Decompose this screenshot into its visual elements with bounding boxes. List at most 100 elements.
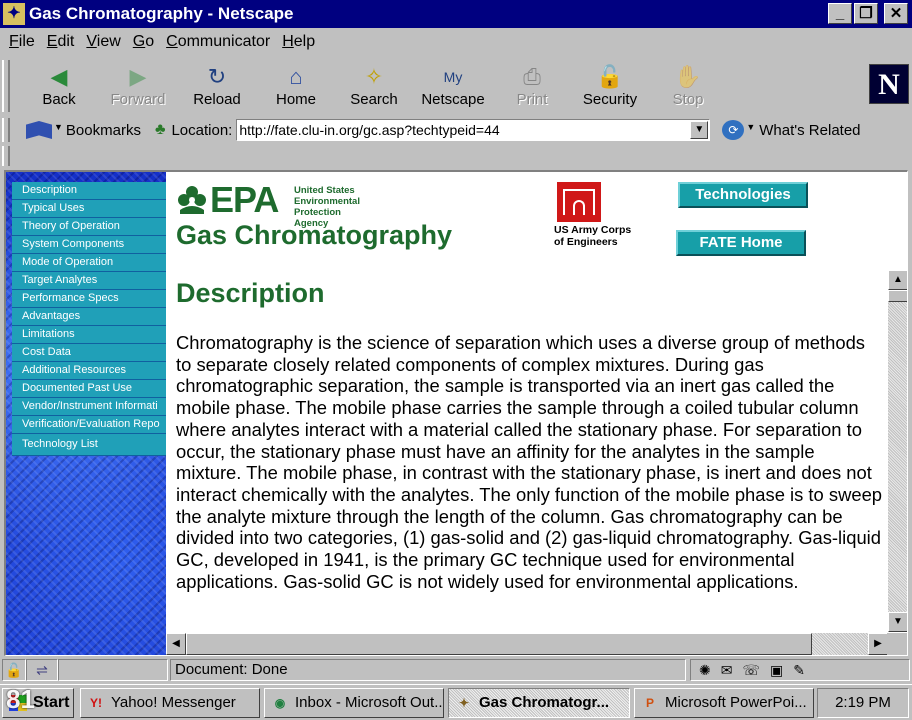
mail-icon[interactable]: ✉ <box>721 662 733 679</box>
my-netscape-icon: My <box>443 69 463 85</box>
back-button[interactable]: ◀ Back <box>20 62 98 114</box>
nav-target-analytes[interactable]: Target Analytes <box>12 272 166 290</box>
nav-additional-resources[interactable]: Additional Resources <box>12 362 166 380</box>
connection-icon: ⇌ <box>26 659 58 681</box>
whats-related-icon[interactable]: ⟳ <box>722 120 745 140</box>
navigator-icon[interactable]: ✺ <box>699 662 711 679</box>
menu-file[interactable]: File <box>9 33 35 51</box>
powerpoint-icon: P <box>645 696 654 710</box>
taskbar-netscape[interactable]: ✦ Gas Chromatogr... <box>448 688 630 718</box>
menu-communicator[interactable]: Communicator <box>166 33 270 51</box>
nav-system-components[interactable]: System Components <box>12 236 166 254</box>
usace-line: of Engineers <box>554 236 618 248</box>
usace-line: US Army Corps <box>554 224 632 236</box>
search-flashlight-icon: ✧ <box>364 64 384 89</box>
netscape-label: Netscape <box>421 91 485 108</box>
system-tray-clock[interactable]: 2:19 PM <box>817 688 909 718</box>
scroll-right-button[interactable]: ▶ <box>868 633 888 655</box>
netscape-app-icon: ✦ <box>3 3 25 25</box>
stop-button[interactable]: ✋ Stop <box>649 62 727 114</box>
component-bar: ✺ ✉ ☏ ▣ ✎ <box>690 659 910 681</box>
taskbar-label: Inbox - Microsoft Out... <box>295 694 444 711</box>
composer-icon[interactable]: ▣ <box>770 662 783 679</box>
back-arrow-icon: ◀ <box>50 64 68 89</box>
search-label: Search <box>350 91 398 108</box>
dropdown-arrow-icon: ▼ <box>746 122 756 132</box>
nav-mode-of-operation[interactable]: Mode of Operation <box>12 254 166 272</box>
print-button[interactable]: ⎙ Print <box>493 62 571 114</box>
url-history-dropdown[interactable]: ▼ <box>690 121 709 139</box>
whats-related-button[interactable]: What's Related <box>759 122 860 139</box>
url-field-container: ▼ <box>236 119 711 141</box>
netscape-logo[interactable]: N <box>869 64 909 104</box>
minimize-button[interactable]: _ <box>828 3 852 24</box>
security-lock-icon[interactable]: 🔓 <box>2 659 26 681</box>
nav-typical-uses[interactable]: Typical Uses <box>12 200 166 218</box>
home-button[interactable]: ⌂ Home <box>257 62 335 114</box>
fate-home-button[interactable]: FATE Home <box>676 230 806 256</box>
nav-advantages[interactable]: Advantages <box>12 308 166 326</box>
vertical-scroll-thumb[interactable] <box>888 290 907 302</box>
netscape-taskbar-icon: ✦ <box>458 696 470 710</box>
page-proxy-icon[interactable]: ♣ <box>155 121 166 139</box>
forward-button[interactable]: ▶ Forward <box>99 62 177 114</box>
vertical-scrollbar[interactable]: ▲ ▼ <box>888 270 907 632</box>
printer-icon: ⎙ <box>523 64 541 89</box>
scroll-left-button[interactable]: ◀ <box>166 633 186 655</box>
nav-vendor-instrument-info[interactable]: Vendor/Instrument Informati <box>12 398 166 416</box>
toolbar-grip[interactable] <box>2 146 10 166</box>
aim-icon[interactable]: ✎ <box>793 662 805 679</box>
nav-cost-data[interactable]: Cost Data <box>12 344 166 362</box>
horizontal-scroll-thumb[interactable] <box>186 633 812 655</box>
scroll-up-button[interactable]: ▲ <box>888 270 907 290</box>
nav-theory-of-operation[interactable]: Theory of Operation <box>12 218 166 236</box>
nav-description[interactable]: Description <box>12 182 166 200</box>
forward-arrow-icon: ▶ <box>129 64 147 89</box>
stop-icon: ✋ <box>674 64 702 89</box>
taskbar-powerpoint[interactable]: P Microsoft PowerPoi... <box>634 688 814 718</box>
home-label: Home <box>275 91 316 108</box>
description-body: Chromatography is the science of separat… <box>176 332 883 592</box>
back-label: Back <box>42 91 76 108</box>
taskbar-outlook-inbox[interactable]: ◉ Inbox - Microsoft Out... <box>264 688 444 718</box>
agency-line: United States <box>294 185 355 196</box>
discussion-icon[interactable]: ☏ <box>742 662 760 679</box>
horizontal-scrollbar[interactable]: ◀ ▶ <box>166 633 888 655</box>
nav-technology-list[interactable]: Technology List <box>12 434 166 456</box>
menu-edit[interactable]: Edit <box>47 33 75 51</box>
start-label: Start <box>33 694 70 711</box>
nav-documented-past-use[interactable]: Documented Past Use <box>12 380 166 398</box>
menu-help[interactable]: Help <box>282 33 315 51</box>
scroll-down-button[interactable]: ▼ <box>888 612 907 632</box>
epa-flower-icon <box>178 186 206 214</box>
menu-view[interactable]: View <box>86 33 120 51</box>
windows-taskbar: Start Y! Yahoo! Messenger ◉ Inbox - Micr… <box>0 684 912 720</box>
toolbar-grip[interactable] <box>2 118 10 142</box>
search-button[interactable]: ✧ Search <box>335 62 413 114</box>
toolbar-grip[interactable] <box>2 60 10 112</box>
location-toolbar: ▼ Bookmarks ♣ Location: ▼ ⟳ ▼ What's Rel… <box>0 116 912 144</box>
reload-button[interactable]: ↻ Reload <box>178 62 256 114</box>
yahoo-icon: Y! <box>90 696 102 710</box>
maximize-button[interactable]: ❐ <box>854 3 878 24</box>
security-button[interactable]: 🔓 Security <box>571 62 649 114</box>
nav-limitations[interactable]: Limitations <box>12 326 166 344</box>
nav-performance-specs[interactable]: Performance Specs <box>12 290 166 308</box>
print-label: Print <box>516 91 548 108</box>
dropdown-arrow-icon: ▼ <box>54 122 63 132</box>
usace-logo[interactable]: US Army Corps of Engineers <box>554 182 644 254</box>
bookmarks-icon[interactable] <box>26 121 52 139</box>
menu-go[interactable]: Go <box>133 33 154 51</box>
technologies-button[interactable]: Technologies <box>678 182 808 208</box>
bookmarks-button[interactable]: Bookmarks <box>66 122 141 139</box>
main-content-frame: EPA United States Environmental Protecti… <box>166 172 907 655</box>
my-netscape-button[interactable]: My Netscape <box>414 62 492 114</box>
nav-verification-evaluation[interactable]: Verification/Evaluation Repo <box>12 416 166 434</box>
taskbar-yahoo-messenger[interactable]: Y! Yahoo! Messenger <box>80 688 260 718</box>
taskbar-label: Microsoft PowerPoi... <box>665 694 807 711</box>
close-button[interactable]: ✕ <box>884 3 908 24</box>
url-input[interactable] <box>237 121 688 139</box>
epa-logo[interactable]: EPA United States Environmental Protecti… <box>176 180 401 229</box>
window-controls: _ ❐ ✕ <box>828 3 908 24</box>
start-button[interactable]: Start <box>2 688 74 718</box>
